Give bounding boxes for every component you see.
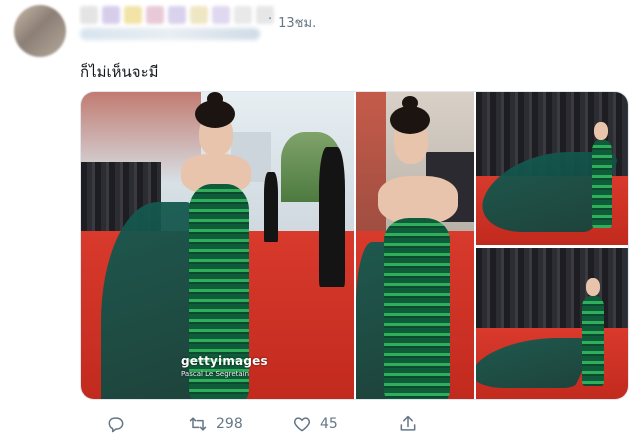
retweet-icon — [189, 417, 207, 431]
reply-button[interactable] — [106, 414, 126, 434]
tweet-text: ก็ไม่เห็นจะมี — [80, 63, 159, 81]
share-icon — [400, 415, 416, 431]
photo-2[interactable] — [356, 92, 474, 399]
tweet-actions: 298 45 — [0, 414, 644, 441]
heart-icon — [293, 417, 311, 432]
reply-icon — [108, 417, 124, 433]
tweet-timestamp[interactable]: 13ชม. — [278, 12, 316, 33]
retweet-button[interactable]: 298 — [188, 414, 243, 434]
retweet-count: 298 — [216, 416, 243, 432]
display-name-blurred[interactable] — [80, 6, 274, 24]
photo-3[interactable] — [476, 92, 628, 245]
tweet-meta: · 13ชม. — [268, 12, 316, 33]
like-count: 45 — [320, 416, 338, 432]
getty-watermark: gettyimages — [181, 354, 268, 368]
like-button[interactable]: 45 — [292, 414, 338, 434]
photo-credit: Pascal Le Segretain — [181, 370, 250, 378]
avatar[interactable] — [14, 5, 66, 57]
photo-1[interactable]: gettyimages Pascal Le Segretain — [81, 92, 354, 399]
meta-separator: · — [268, 12, 273, 27]
photo-4[interactable] — [476, 248, 628, 399]
share-button[interactable] — [398, 414, 418, 434]
user-handle-blurred[interactable] — [80, 28, 260, 40]
media-grid[interactable]: gettyimages Pascal Le Segretain — [80, 91, 629, 400]
